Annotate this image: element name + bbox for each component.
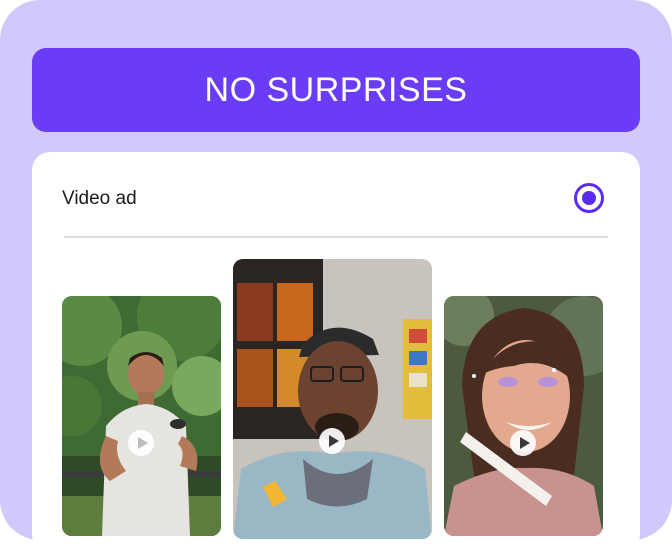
play-button-1[interactable]: [128, 430, 154, 456]
video-thumbnail-1[interactable]: [62, 296, 221, 536]
divider: [64, 236, 608, 238]
video-thumbnail-3[interactable]: [444, 296, 603, 536]
video-thumbnail-1-image: [62, 296, 221, 536]
banner-title: NO SURPRISES: [204, 70, 468, 109]
video-thumbnail-2[interactable]: [233, 259, 432, 539]
headline-banner: NO SURPRISES: [32, 48, 640, 132]
option-label: Video ad: [62, 188, 137, 209]
video-ad-radio[interactable]: [574, 183, 604, 213]
video-thumbnail-2-image: [233, 259, 432, 539]
radio-selected-dot: [582, 191, 596, 205]
video-ad-option[interactable]: Video ad: [32, 152, 640, 238]
play-button-2[interactable]: [319, 428, 345, 454]
video-thumbnail-3-image: [444, 296, 603, 536]
ad-format-card: Video ad: [32, 152, 640, 552]
play-button-3[interactable]: [510, 430, 536, 456]
